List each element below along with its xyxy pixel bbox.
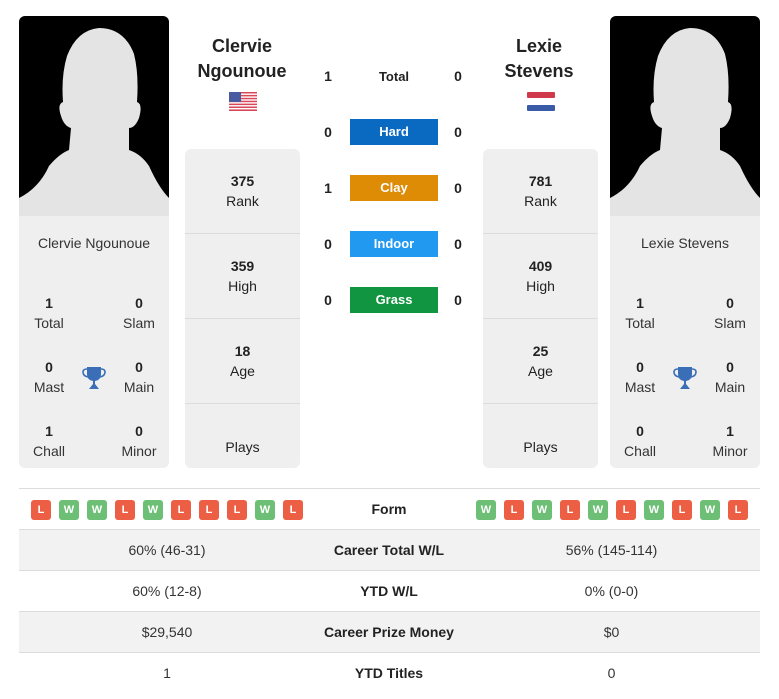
form-badge-win[interactable]: W bbox=[476, 500, 496, 520]
age-cell: 18 Age bbox=[185, 319, 300, 404]
form-badge-win[interactable]: W bbox=[59, 500, 79, 520]
form-badge-loss[interactable]: L bbox=[616, 500, 636, 520]
form-badge-win[interactable]: W bbox=[532, 500, 552, 520]
titles-main: 0 Main bbox=[714, 359, 746, 395]
table-row: 1 YTD Titles 0 bbox=[163, 665, 616, 681]
h2h-total-row: 1 Total 0 bbox=[324, 68, 462, 84]
surface-badge-indoor[interactable]: Indoor bbox=[350, 231, 438, 257]
trophy-icon bbox=[82, 367, 106, 389]
form-badge-win[interactable]: W bbox=[87, 500, 107, 520]
netherlands-flag-icon bbox=[527, 92, 555, 111]
form-badge-loss[interactable]: L bbox=[199, 500, 219, 520]
plays-cell: Plays bbox=[523, 438, 558, 455]
stats-card-right: 781 Rank 409 High 25 Age Plays bbox=[483, 149, 598, 468]
form-badge-win[interactable]: W bbox=[143, 500, 163, 520]
titles-total: 1 Total bbox=[625, 295, 655, 331]
silhouette-icon bbox=[610, 28, 760, 216]
titles-grid-right: 1 Total 0 Slam 0 Mast 0 Main 0 Chall 1 Minor bbox=[610, 271, 760, 468]
plays-cell: Plays bbox=[225, 438, 260, 455]
silhouette-icon bbox=[19, 28, 169, 216]
form-badge-win[interactable]: W bbox=[588, 500, 608, 520]
titles-slam: 0 Slam bbox=[123, 295, 155, 331]
titles-total: 1 Total bbox=[34, 295, 64, 331]
form-badge-loss[interactable]: L bbox=[171, 500, 191, 520]
form-badge-loss[interactable]: L bbox=[728, 500, 748, 520]
form-list-right: WLWLWLWLWL bbox=[476, 500, 748, 520]
form-list-left: LWWLWLLLWL bbox=[31, 500, 303, 520]
titles-mast: 0 Mast bbox=[33, 359, 65, 395]
h2h-indoor-row: 0 Indoor 0 bbox=[310, 231, 470, 258]
form-badge-win[interactable]: W bbox=[644, 500, 664, 520]
form-badge-loss[interactable]: L bbox=[115, 500, 135, 520]
player-photo-right bbox=[610, 16, 760, 216]
rank-cell: 375 Rank bbox=[185, 149, 300, 234]
surface-badge-hard[interactable]: Hard bbox=[350, 119, 438, 145]
titles-chall: 1 Chall bbox=[33, 423, 65, 459]
player-heading-left[interactable]: Clervie Ngounoue bbox=[172, 34, 312, 84]
form-badge-loss[interactable]: L bbox=[227, 500, 247, 520]
titles-minor: 0 Minor bbox=[121, 423, 157, 459]
h2h-clay-row: 1 Clay 0 bbox=[310, 175, 470, 202]
form-badge-loss[interactable]: L bbox=[31, 500, 51, 520]
form-badge-loss[interactable]: L bbox=[504, 500, 524, 520]
titles-minor: 1 Minor bbox=[712, 423, 748, 459]
high-cell: 409 High bbox=[483, 234, 598, 319]
high-cell: 359 High bbox=[185, 234, 300, 319]
player-name-right: Lexie Stevens bbox=[641, 235, 729, 251]
form-badge-loss[interactable]: L bbox=[560, 500, 580, 520]
form-badge-win[interactable]: W bbox=[255, 500, 275, 520]
table-row: 60% (12-8) YTD W/L 0% (0-0) bbox=[19, 571, 760, 612]
stats-card-left: 375 Rank 359 High 18 Age Plays bbox=[185, 149, 300, 468]
us-flag-icon bbox=[229, 92, 257, 111]
titles-mast: 0 Mast bbox=[624, 359, 656, 395]
form-badge-loss[interactable]: L bbox=[283, 500, 303, 520]
surface-badge-clay[interactable]: Clay bbox=[350, 175, 438, 201]
titles-slam: 0 Slam bbox=[714, 295, 746, 331]
titles-main: 0 Main bbox=[123, 359, 155, 395]
table-row: 60% (46-31) Career Total W/L 56% (145-11… bbox=[19, 530, 760, 571]
form-label: Form bbox=[371, 501, 407, 517]
player-card-left: Clervie Ngounoue 1 Total 0 Slam 0 Mast 0 Mai… bbox=[19, 16, 169, 468]
h2h-hard-row: 0 Hard 0 bbox=[310, 119, 470, 146]
titles-chall: 0 Chall bbox=[624, 423, 656, 459]
player-heading-right[interactable]: Lexie Stevens bbox=[469, 34, 609, 84]
surface-badge-grass[interactable]: Grass bbox=[350, 287, 438, 313]
form-badge-loss[interactable]: L bbox=[672, 500, 692, 520]
table-row: $29,540 Career Prize Money $0 bbox=[19, 612, 760, 653]
rank-cell: 781 Rank bbox=[483, 149, 598, 234]
titles-grid-left: 1 Total 0 Slam 0 Mast 0 Main 1 Chall 0 Minor bbox=[19, 271, 169, 468]
trophy-icon bbox=[673, 367, 697, 389]
form-row: LWWLWLLLWL Form WLWLWLWLWL bbox=[19, 489, 760, 530]
player-name-left: Clervie Ngounoue bbox=[37, 235, 151, 251]
h2h-grass-row: 0 Grass 0 bbox=[310, 287, 470, 314]
form-badge-win[interactable]: W bbox=[700, 500, 720, 520]
player-photo-left bbox=[19, 16, 169, 216]
player-card-right: Lexie Stevens 1 Total 0 Slam 0 Mast 0 Main 0… bbox=[610, 16, 760, 468]
age-cell: 25 Age bbox=[483, 319, 598, 404]
comparison-table: LWWLWLLLWL Form WLWLWLWLWL 60% (46-31) C… bbox=[19, 488, 760, 694]
